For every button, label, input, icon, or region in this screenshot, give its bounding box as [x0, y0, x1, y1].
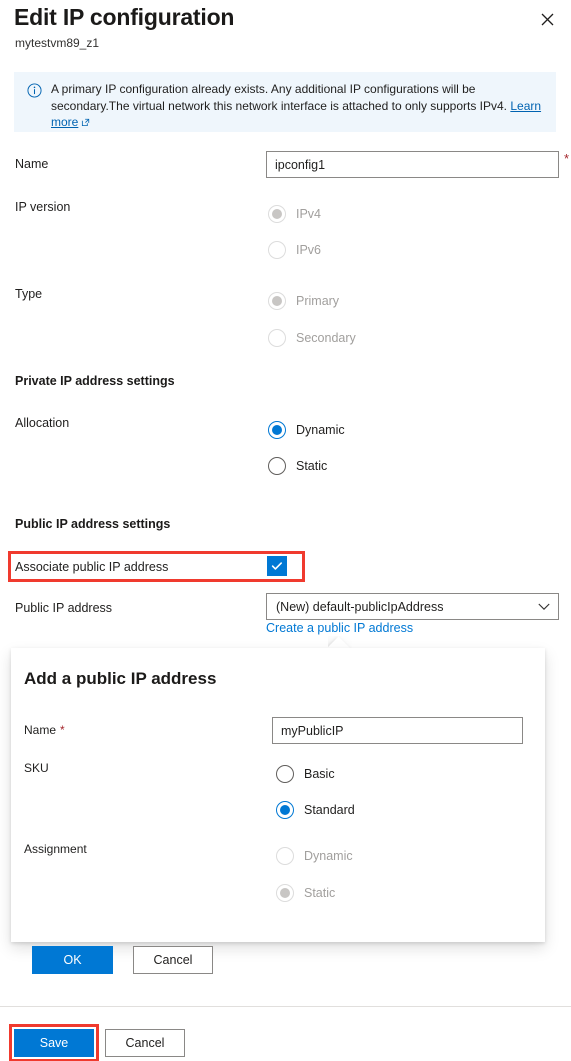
ip-version-label: IP version	[15, 200, 71, 214]
allocation-label: Allocation	[15, 416, 70, 430]
radio-assignment-static-label: Static	[304, 886, 336, 900]
radio-allocation-static-label: Static	[296, 459, 328, 473]
radio-sku-basic[interactable]: Basic	[276, 765, 335, 783]
radio-allocation-static-indicator	[268, 457, 286, 475]
close-icon[interactable]	[536, 8, 558, 30]
radio-secondary-label: Secondary	[296, 331, 356, 345]
dialog-name-label: Name *	[24, 723, 65, 737]
radio-primary-label: Primary	[296, 294, 340, 308]
public-ip-settings-heading: Public IP address settings	[15, 517, 171, 531]
radio-ipv4-label: IPv4	[296, 207, 322, 221]
page-title: Edit IP configuration	[14, 4, 235, 30]
create-public-ip-link[interactable]: Create a public IP address	[266, 621, 413, 635]
dialog-sku-label: SKU	[24, 761, 49, 775]
footer-cancel-button[interactable]: Cancel	[105, 1029, 185, 1057]
radio-allocation-dynamic-indicator	[268, 421, 286, 439]
radio-assignment-dynamic-indicator	[276, 847, 294, 865]
info-banner-message: A primary IP configuration already exist…	[51, 82, 507, 113]
radio-assignment-dynamic-label: Dynamic	[304, 849, 353, 863]
external-link-icon	[81, 115, 90, 132]
public-ip-address-selected-value: (New) default-publicIpAddress	[276, 599, 444, 614]
footer-divider	[0, 1006, 571, 1007]
dialog-name-input[interactable]	[272, 717, 523, 744]
radio-allocation-dynamic[interactable]: Dynamic	[268, 421, 345, 439]
info-icon	[27, 83, 42, 98]
edit-ip-configuration-blade: Edit IP configuration mytestvm89_z1 A pr…	[0, 0, 571, 1061]
private-ip-settings-heading: Private IP address settings	[15, 374, 175, 388]
radio-sku-standard[interactable]: Standard	[276, 801, 355, 819]
dialog-name-required-marker: *	[60, 723, 65, 737]
type-label: Type	[15, 287, 43, 301]
page-subtitle: mytestvm89_z1	[15, 36, 100, 50]
name-input[interactable]	[266, 151, 559, 178]
associate-public-ip-checkbox[interactable]	[267, 556, 287, 576]
radio-allocation-dynamic-label: Dynamic	[296, 423, 345, 437]
radio-primary[interactable]: Primary	[268, 292, 339, 310]
chevron-down-icon	[538, 600, 550, 614]
radio-ipv4-indicator	[268, 205, 286, 223]
radio-sku-basic-indicator	[276, 765, 294, 783]
info-banner: A primary IP configuration already exist…	[14, 72, 556, 132]
radio-assignment-static-indicator	[276, 884, 294, 902]
radio-ipv6-indicator	[268, 241, 286, 259]
radio-assignment-dynamic[interactable]: Dynamic	[276, 847, 353, 865]
dialog-cancel-button[interactable]: Cancel	[133, 946, 213, 974]
dialog-assignment-label: Assignment	[24, 842, 87, 856]
info-banner-text: A primary IP configuration already exist…	[51, 81, 546, 132]
radio-assignment-static[interactable]: Static	[276, 884, 335, 902]
radio-ipv6-label: IPv6	[296, 243, 322, 257]
public-ip-address-dropdown[interactable]: (New) default-publicIpAddress	[266, 593, 559, 620]
add-public-ip-dialog-title: Add a public IP address	[24, 669, 217, 688]
radio-primary-indicator	[268, 292, 286, 310]
radio-ipv6[interactable]: IPv6	[268, 241, 321, 259]
radio-ipv4[interactable]: IPv4	[268, 205, 321, 223]
name-required-marker: *	[564, 151, 570, 166]
radio-sku-standard-label: Standard	[304, 803, 355, 817]
radio-sku-basic-label: Basic	[304, 767, 335, 781]
dialog-ok-button[interactable]: OK	[32, 946, 113, 974]
radio-secondary-indicator	[268, 329, 286, 347]
public-ip-address-label: Public IP address	[15, 601, 113, 615]
name-label: Name	[15, 157, 49, 171]
dialog-name-label-text: Name	[24, 723, 57, 737]
save-button[interactable]: Save	[14, 1029, 94, 1057]
radio-sku-standard-indicator	[276, 801, 294, 819]
checkmark-icon	[271, 562, 282, 570]
radio-allocation-static[interactable]: Static	[268, 457, 327, 475]
associate-public-ip-label: Associate public IP address	[15, 560, 169, 574]
radio-secondary[interactable]: Secondary	[268, 329, 356, 347]
